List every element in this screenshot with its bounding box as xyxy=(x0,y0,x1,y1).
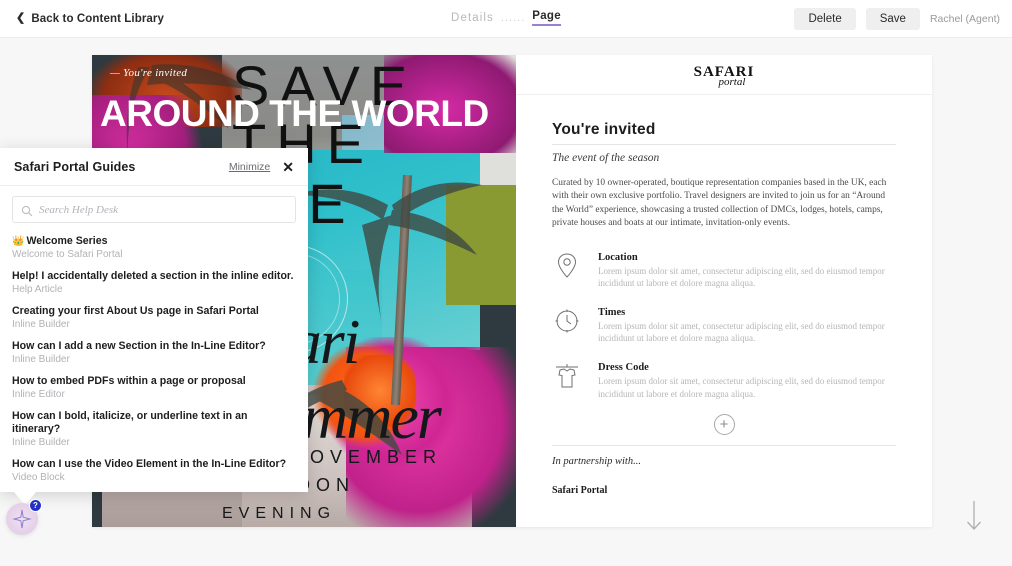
help-item-title: How to embed PDFs within a page or propo… xyxy=(12,375,246,387)
safari-portal-logo: SAFARI portal xyxy=(694,62,755,88)
dress-hanger-icon xyxy=(552,359,582,393)
info-block-title: Location xyxy=(598,251,638,263)
help-panel-actions: Minimize ✕ xyxy=(229,160,294,174)
help-panel-title: Safari Portal Guides xyxy=(14,160,136,174)
add-block-row: + xyxy=(552,414,896,436)
invite-footer: In partnership with... Safari Portal xyxy=(552,445,896,496)
search-icon xyxy=(21,204,33,217)
info-block-body: Lorem ipsum dolor sit amet, consectetur … xyxy=(598,265,885,289)
help-item-subtitle: Inline Builder xyxy=(12,319,70,330)
invite-subtitle[interactable]: The event of the season xyxy=(552,152,896,164)
search-input[interactable] xyxy=(39,197,295,222)
app-root: ❮ Back to Content Library Details ......… xyxy=(0,0,1012,566)
info-block-location[interactable]: Location Lorem ipsum dolor sit amet, con… xyxy=(552,249,896,290)
minimize-button[interactable]: Minimize xyxy=(229,161,270,173)
poster-time-line: EVENING xyxy=(222,505,337,522)
help-item-title: 👑 Welcome Series xyxy=(12,235,296,248)
help-item-title-text: Welcome Series xyxy=(26,235,108,247)
help-item-title: How can I add a new Section in the In-Li… xyxy=(12,340,266,352)
invite-panel: SAFARI portal You're invited The event o… xyxy=(516,55,932,527)
invite-logo-header: SAFARI portal xyxy=(516,55,932,95)
invite-info-list: Location Lorem ipsum dolor sit amet, con… xyxy=(552,249,896,401)
arrow-down-icon[interactable] xyxy=(964,499,984,533)
help-item-subtitle: Welcome to Safari Portal xyxy=(12,249,123,260)
list-item[interactable]: How can I use the Video Element in the I… xyxy=(12,458,296,483)
help-item-subtitle: Video Block xyxy=(12,472,65,483)
help-item-subtitle: Inline Builder xyxy=(12,354,70,365)
info-block-body: Lorem ipsum dolor sit amet, consectetur … xyxy=(598,320,885,344)
help-item-title: How can I use the Video Element in the I… xyxy=(12,458,287,470)
info-block-dress-code[interactable]: Dress Code Lorem ipsum dolor sit amet, c… xyxy=(552,359,896,400)
help-item-title: Help! I accidentally deleted a section i… xyxy=(12,270,294,282)
save-button[interactable]: Save xyxy=(865,7,920,30)
help-item-title: Creating your first About Us page in Saf… xyxy=(12,305,259,317)
list-item[interactable]: Creating your first About Us page in Saf… xyxy=(12,305,296,330)
tab-page[interactable]: Page xyxy=(532,10,561,26)
top-bar-actions: Delete Save Rachel (Agent) xyxy=(794,7,1000,30)
info-block-title: Times xyxy=(598,306,626,318)
breadcrumb-dots: ...... xyxy=(500,11,526,24)
breadcrumb: Details ...... Page xyxy=(451,10,561,26)
top-bar: ❮ Back to Content Library Details ......… xyxy=(0,0,1012,38)
footer-partner-text: In partnership with... xyxy=(552,456,641,468)
help-item-subtitle: Inline Builder xyxy=(12,437,70,448)
help-launcher-button[interactable]: ? xyxy=(6,499,42,535)
clock-icon xyxy=(552,304,582,338)
info-block-times[interactable]: Times Lorem ipsum dolor sit amet, consec… xyxy=(552,304,896,345)
user-label[interactable]: Rachel (Agent) xyxy=(930,13,1000,25)
list-item[interactable]: How can I add a new Section in the In-Li… xyxy=(12,340,296,365)
help-item-subtitle: Inline Editor xyxy=(12,389,65,400)
list-item[interactable]: Help! I accidentally deleted a section i… xyxy=(12,270,296,295)
help-search-wrapper xyxy=(0,186,308,227)
footer-brand-text: Safari Portal xyxy=(552,485,608,497)
help-item-title: How can I bold, italicize, or underline … xyxy=(12,410,248,435)
invite-paragraph[interactable]: Curated by 10 owner-operated, boutique r… xyxy=(552,177,896,231)
list-item[interactable]: How can I bold, italicize, or underline … xyxy=(12,410,296,448)
back-to-content-library-link[interactable]: ❮ Back to Content Library xyxy=(16,13,164,25)
invite-body: You're invited The event of the season C… xyxy=(516,95,932,496)
invite-title[interactable]: You're invited xyxy=(552,121,896,145)
poster-headline: AROUND THE WORLD xyxy=(100,93,489,134)
list-item[interactable]: How to embed PDFs within a page or propo… xyxy=(12,375,296,400)
back-link-label: Back to Content Library xyxy=(31,12,164,25)
sparkle-icon xyxy=(12,509,32,529)
add-section-button[interactable]: + xyxy=(713,414,735,436)
help-desk-panel: Safari Portal Guides Minimize ✕ 👑Welcome… xyxy=(0,148,308,492)
list-item[interactable]: 👑 Welcome Series Welcome to Safari Portal xyxy=(12,235,296,260)
map-pin-icon xyxy=(552,249,582,283)
help-badge: ? xyxy=(29,499,42,512)
help-launcher-wrapper: ? xyxy=(6,499,42,537)
help-item-subtitle: Help Article xyxy=(12,284,63,295)
tab-details[interactable]: Details xyxy=(451,12,494,24)
close-icon[interactable]: ✕ xyxy=(282,160,294,174)
help-search-box[interactable] xyxy=(12,196,296,223)
crown-icon: 👑 xyxy=(12,236,25,247)
help-panel-header: Safari Portal Guides Minimize ✕ xyxy=(0,148,308,186)
help-article-list: 👑 Welcome Series Welcome to Safari Portal… xyxy=(0,227,308,492)
info-block-title: Dress Code xyxy=(598,362,649,373)
poster-invited-text: — You're invited xyxy=(110,67,188,79)
info-block-body: Lorem ipsum dolor sit amet, consectetur … xyxy=(598,376,885,399)
chevron-left-icon: ❮ xyxy=(16,12,26,24)
delete-button[interactable]: Delete xyxy=(794,7,856,30)
